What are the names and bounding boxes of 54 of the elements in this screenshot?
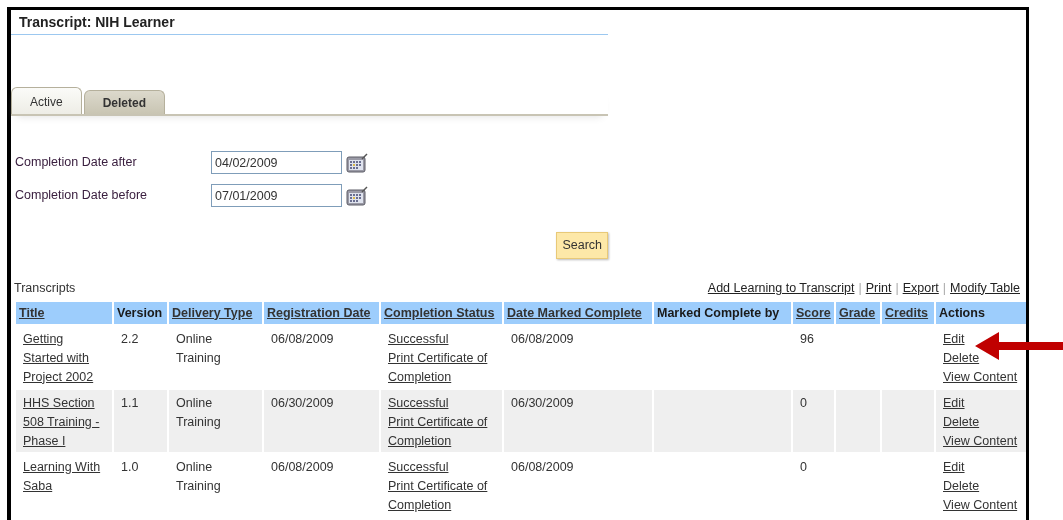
- table-cell-text: 06/08/2009: [511, 331, 574, 346]
- action-link[interactable]: View Content: [943, 495, 1018, 515]
- status-link[interactable]: Successful: [388, 393, 498, 413]
- action-link[interactable]: View Content: [943, 367, 1018, 387]
- certificate-link[interactable]: Print Certificate of Completion: [388, 348, 488, 387]
- separator: |: [942, 280, 947, 295]
- table-cell-text: 06/08/2009: [271, 459, 334, 474]
- certificate-link[interactable]: Print Certificate of Completion: [388, 476, 488, 515]
- tab[interactable]: Deleted: [83, 90, 166, 114]
- table-cell-text: Online Training: [176, 395, 221, 429]
- field-label: Completion Date after: [15, 154, 138, 172]
- table-cell-text: Online Training: [176, 331, 221, 365]
- separator: |: [858, 280, 862, 295]
- action-link[interactable]: Edit: [943, 393, 965, 413]
- action-link[interactable]: View Content: [943, 431, 1018, 451]
- calendar-icon[interactable]: [346, 185, 368, 206]
- table-cell-text: 1.1: [121, 395, 139, 410]
- table-cell-text: 0: [800, 395, 807, 410]
- action-link[interactable]: Edit: [943, 329, 965, 349]
- column-header: Actions: [939, 305, 985, 320]
- status-link[interactable]: Successful: [388, 329, 498, 349]
- table-cell-text: 96: [800, 331, 814, 346]
- table-cell-text: 2.2: [121, 331, 139, 346]
- certificate-link[interactable]: Print Certificate of Completion: [388, 412, 488, 451]
- course-link[interactable]: Getting Started with Project 2002: [23, 329, 105, 387]
- action-link[interactable]: Edit: [943, 457, 965, 477]
- toolbar-link[interactable]: Export: [902, 280, 939, 295]
- page-title: Transcript: NIH Learner: [11, 10, 608, 35]
- sort-link[interactable]: Title: [19, 305, 45, 320]
- column-header: Version: [117, 305, 163, 320]
- action-link[interactable]: Delete: [943, 348, 980, 368]
- action-link[interactable]: Delete: [943, 412, 980, 432]
- table-cell-text: 06/08/2009: [511, 459, 574, 474]
- table-cell-text: 0: [800, 459, 807, 474]
- column-header: Marked Complete by: [657, 305, 780, 320]
- date-field[interactable]: 07/01/2009: [211, 184, 342, 207]
- table-cell-text: 1.0: [121, 459, 139, 474]
- date-field[interactable]: 04/02/2009: [211, 151, 342, 174]
- toolbar-link[interactable]: Print: [865, 280, 892, 295]
- table-cell-text: 06/08/2009: [271, 331, 334, 346]
- course-link[interactable]: Learning With Saba: [23, 457, 105, 496]
- action-link[interactable]: Delete: [943, 476, 980, 496]
- search-button[interactable]: Search: [556, 232, 608, 259]
- status-link[interactable]: Successful: [388, 457, 498, 477]
- separator: |: [895, 280, 899, 295]
- section-heading: Transcripts: [14, 279, 76, 297]
- table-cell-text: 06/30/2009: [271, 395, 334, 410]
- calendar-icon[interactable]: [346, 152, 368, 173]
- tab[interactable]: Active: [11, 87, 82, 114]
- toolbar-link[interactable]: Modify Table: [950, 280, 1020, 295]
- field-label: Completion Date before: [15, 187, 149, 205]
- toolbar-link[interactable]: Add Learning to Transcript: [707, 280, 855, 295]
- table-cell-text: 06/30/2009: [511, 395, 574, 410]
- table-cell-text: Online Training: [176, 459, 221, 493]
